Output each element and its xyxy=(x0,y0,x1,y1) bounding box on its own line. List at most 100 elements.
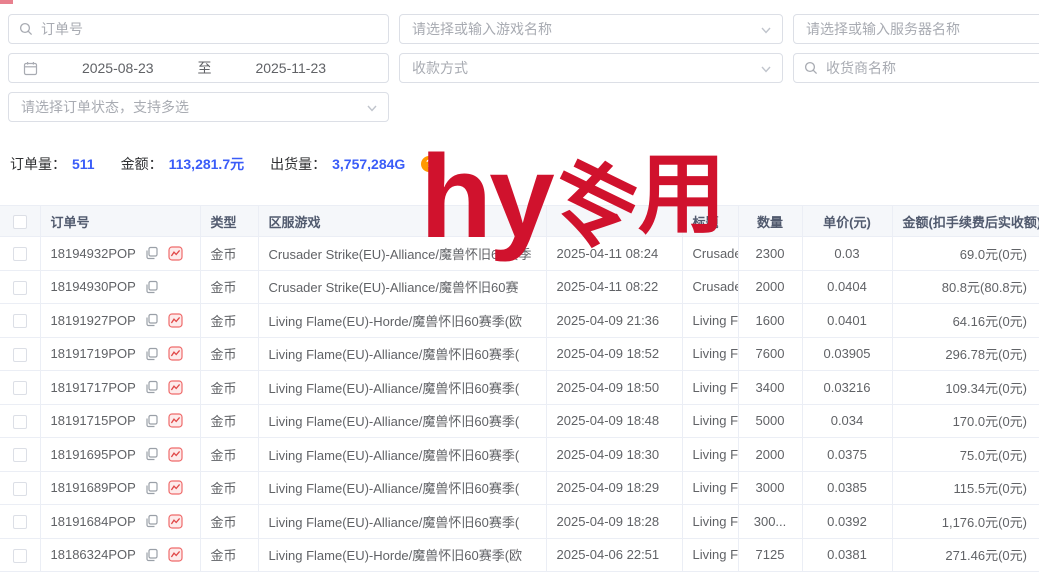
row-checkbox[interactable] xyxy=(13,247,27,261)
header-amount: 金额(扣手续费后实收额) xyxy=(892,206,1039,237)
order-title: Living Fl xyxy=(682,337,738,371)
merchant-name-input[interactable]: 收货商名称 xyxy=(793,53,1039,83)
select-all-checkbox[interactable] xyxy=(13,215,27,229)
row-checkbox[interactable] xyxy=(13,348,27,362)
table-row: 18194930POP 金币Crusader Strike(EU)-Allianc… xyxy=(0,270,1039,304)
copy-icon[interactable] xyxy=(145,246,159,260)
server-name-input[interactable]: 请选择或输入服务器名称 xyxy=(793,14,1039,44)
header-title: 标题 xyxy=(682,206,738,237)
header-unit-price: 单价(元) xyxy=(802,206,892,237)
server-game: Living Flame(EU)-Alliance/魔兽怀旧60赛季( xyxy=(258,471,546,505)
date-end-value[interactable]: 2025-11-23 xyxy=(255,60,326,76)
order-title: Crusade xyxy=(682,270,738,304)
amount: 1,176.0元(0元) xyxy=(892,505,1039,539)
copy-icon[interactable] xyxy=(145,447,159,461)
screenshot-image-icon[interactable] xyxy=(168,313,183,328)
unit-price: 0.03216 xyxy=(802,371,892,405)
table-row: 18191927POP金币Living Flame(EU)-Horde/魔兽怀旧… xyxy=(0,304,1039,338)
search-icon xyxy=(804,61,818,75)
amount: 64.16元(0元) xyxy=(892,304,1039,338)
copy-icon[interactable] xyxy=(145,548,159,562)
search-icon xyxy=(19,22,33,36)
unit-price: 0.034 xyxy=(802,404,892,438)
quantity: 300... xyxy=(738,505,802,539)
payment-method-select[interactable]: 收款方式 xyxy=(399,53,783,83)
shipment-label: 出货量： xyxy=(270,154,326,174)
copy-icon[interactable] xyxy=(145,280,159,294)
order-management-page: 订单号 请选择或输入游戏名称 请选择或输入服务器名称 2025-08-23 至 … xyxy=(0,0,1039,581)
screenshot-image-icon[interactable] xyxy=(168,514,183,529)
order-time: 2025-04-09 18:50 xyxy=(546,371,682,405)
screenshot-image-icon[interactable] xyxy=(168,413,183,428)
copy-icon[interactable] xyxy=(145,313,159,327)
table-row: 18191719POP金币Living Flame(EU)-Alliance/魔… xyxy=(0,337,1039,371)
order-number: 18191684POP xyxy=(51,514,136,529)
row-checkbox[interactable] xyxy=(13,381,27,395)
quantity: 5000 xyxy=(738,404,802,438)
chevron-down-icon xyxy=(760,23,772,39)
help-icon[interactable]: ? xyxy=(421,156,437,172)
order-number: 18191689POP xyxy=(51,480,136,495)
screenshot-image-icon[interactable] xyxy=(168,447,183,462)
amount: 69.0元(0元) xyxy=(892,237,1039,271)
copy-icon[interactable] xyxy=(145,514,159,528)
order-time: 2025-04-09 18:30 xyxy=(546,438,682,472)
row-checkbox[interactable] xyxy=(13,448,27,462)
order-title: Crusade xyxy=(682,237,738,271)
screenshot-image-icon[interactable] xyxy=(168,480,183,495)
amount: 296.78元(0元) xyxy=(892,337,1039,371)
order-type: 金币 xyxy=(200,270,258,304)
merchant-name-placeholder: 收货商名称 xyxy=(826,58,896,78)
row-checkbox[interactable] xyxy=(13,482,27,496)
quantity: 2000 xyxy=(738,438,802,472)
unit-price: 0.0381 xyxy=(802,538,892,572)
order-type: 金币 xyxy=(200,471,258,505)
copy-icon[interactable] xyxy=(145,481,159,495)
order-type: 金币 xyxy=(200,438,258,472)
quantity: 2300 xyxy=(738,237,802,271)
server-game: Crusader Strike(EU)-Alliance/魔兽怀旧60赛 xyxy=(258,270,546,304)
order-status-select[interactable]: 请选择订单状态，支持多选 xyxy=(8,92,389,122)
screenshot-image-icon[interactable] xyxy=(168,380,183,395)
copy-icon[interactable] xyxy=(145,380,159,394)
header-type: 类型 xyxy=(200,206,258,237)
quantity: 3000 xyxy=(738,471,802,505)
unit-price: 0.03 xyxy=(802,237,892,271)
order-time: 2025-04-09 18:52 xyxy=(546,337,682,371)
screenshot-image-icon[interactable] xyxy=(168,246,183,261)
row-checkbox[interactable] xyxy=(13,314,27,328)
game-name-select[interactable]: 请选择或输入游戏名称 xyxy=(399,14,783,44)
order-number-input[interactable]: 订单号 xyxy=(8,14,389,44)
order-number: 18191715POP xyxy=(51,413,136,428)
server-game: Living Flame(EU)-Alliance/魔兽怀旧60赛季( xyxy=(258,438,546,472)
order-type: 金币 xyxy=(200,237,258,271)
order-type: 金币 xyxy=(200,505,258,539)
server-game: Living Flame(EU)-Horde/魔兽怀旧60赛季(欧 xyxy=(258,304,546,338)
amount: 80.8元(80.8元) xyxy=(892,270,1039,304)
table-header-row: 订单号 类型 区服游戏 标题 数量 单价(元) 金额(扣手续费后实收额) xyxy=(0,206,1039,237)
row-checkbox[interactable] xyxy=(13,515,27,529)
copy-icon[interactable] xyxy=(145,414,159,428)
order-time: 2025-04-06 22:51 xyxy=(546,538,682,572)
screenshot-image-icon[interactable] xyxy=(168,346,183,361)
server-game: Living Flame(EU)-Horde/魔兽怀旧60赛季(欧 xyxy=(258,538,546,572)
table-row: 18191717POP金币Living Flame(EU)-Alliance/魔… xyxy=(0,371,1039,405)
amount: 75.0元(0元) xyxy=(892,438,1039,472)
shipment-value: 3,757,284G xyxy=(332,156,405,172)
date-start-value[interactable]: 2025-08-23 xyxy=(82,60,154,76)
row-checkbox[interactable] xyxy=(13,549,27,563)
row-checkbox[interactable] xyxy=(13,415,27,429)
quantity: 7600 xyxy=(738,337,802,371)
table-row: 18191715POP金币Living Flame(EU)-Alliance/魔… xyxy=(0,404,1039,438)
screenshot-image-icon[interactable] xyxy=(168,547,183,562)
server-game: Crusader Strike(EU)-Alliance/魔兽怀旧60赛季 xyxy=(258,237,546,271)
order-number: 18194930POP xyxy=(51,279,136,294)
copy-icon[interactable] xyxy=(145,347,159,361)
date-range-picker[interactable]: 2025-08-23 至 2025-11-23 xyxy=(8,53,389,83)
row-checkbox[interactable] xyxy=(13,281,27,295)
order-type: 金币 xyxy=(200,304,258,338)
server-name-placeholder: 请选择或输入服务器名称 xyxy=(806,19,960,39)
chevron-down-icon xyxy=(760,62,772,78)
order-number: 18191695POP xyxy=(51,447,136,462)
table-row: 18194932POP金币Crusader Strike(EU)-Allianc… xyxy=(0,237,1039,271)
